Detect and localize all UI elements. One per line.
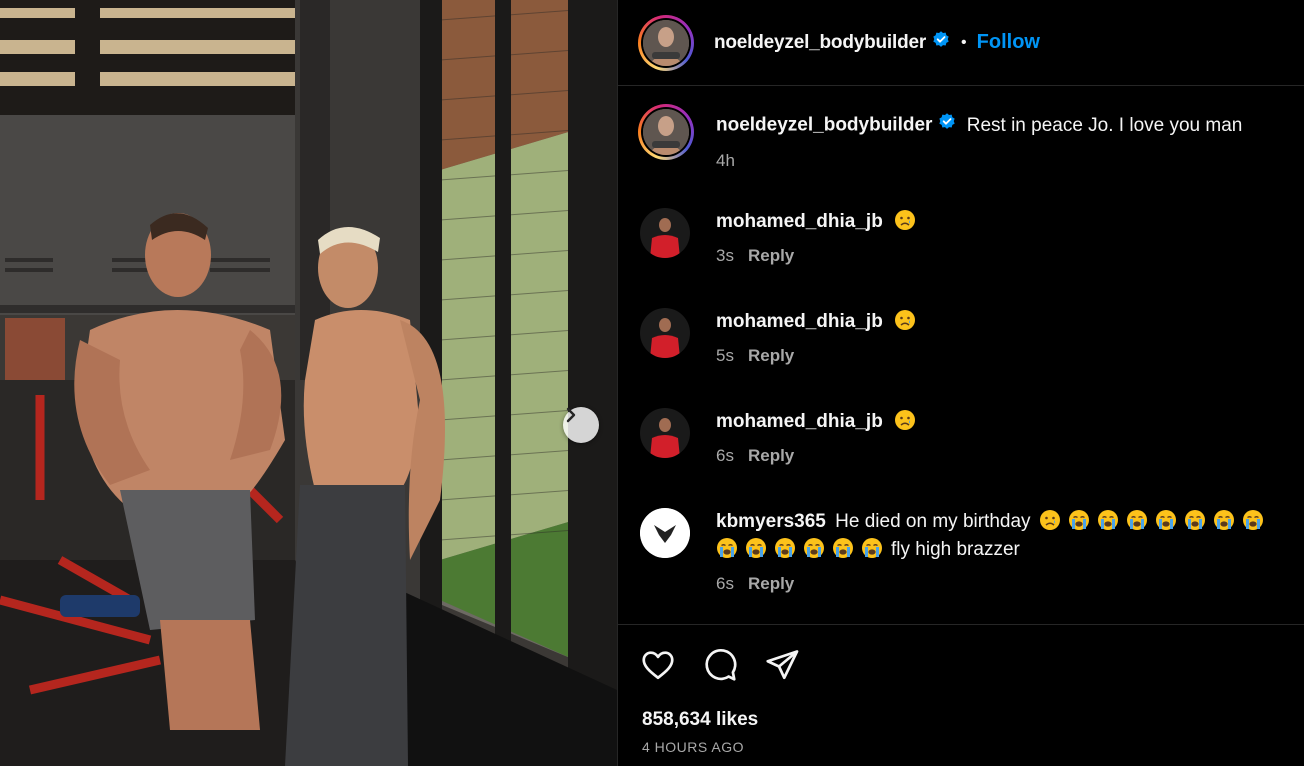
caption-author-avatar[interactable]: [638, 104, 694, 160]
commenter-avatar-image: [640, 308, 690, 358]
post-header: noeldeyzel_bodybuilder • Follow: [618, 0, 1304, 86]
crying-face-icon: [861, 537, 883, 559]
comment-text: fly high brazzer: [891, 539, 1020, 560]
post-photo[interactable]: [0, 0, 617, 766]
sad-face-icon: [1039, 509, 1061, 531]
paper-plane-icon[interactable]: [764, 647, 800, 683]
post-caption: noeldeyzel_bodybuilder Rest in peace Jo.…: [638, 104, 1242, 171]
reply-button[interactable]: Reply: [748, 246, 794, 265]
sad-face-icon: [894, 409, 916, 431]
caption-avatar-image: [643, 109, 689, 155]
comment-username[interactable]: mohamed_dhia_jb: [716, 311, 883, 332]
comment-username[interactable]: mohamed_dhia_jb: [716, 211, 883, 232]
gym-photo-illustration: [0, 0, 617, 766]
likes-count[interactable]: 858,634 likes: [642, 709, 758, 731]
reply-button[interactable]: Reply: [748, 446, 794, 465]
comment-item: mohamed_dhia_jb 3s Reply: [640, 208, 923, 266]
verified-badge-icon: [937, 112, 957, 139]
chevron-right-icon: [566, 407, 576, 423]
separator-dot: •: [961, 33, 967, 51]
emoji-row: [1039, 509, 1271, 532]
caption-username[interactable]: noeldeyzel_bodybuilder: [716, 115, 932, 136]
crying-face-icon: [1097, 509, 1119, 531]
crying-face-icon: [1184, 509, 1206, 531]
commenter-avatar-image: [640, 208, 690, 258]
author-avatar-image: [643, 19, 689, 66]
crying-face-icon: [1155, 509, 1177, 531]
crying-face-icon: [745, 537, 767, 559]
comment-item: kbmyers365 He died on my birthday fly hi…: [640, 508, 1271, 594]
comment-age: 3s: [716, 246, 734, 265]
emoji-row: [716, 537, 890, 560]
crying-face-icon: [716, 537, 738, 559]
comment-age: 5s: [716, 346, 734, 365]
commenter-avatar[interactable]: [640, 508, 690, 558]
author-username[interactable]: noeldeyzel_bodybuilder: [714, 32, 926, 54]
comment-age: 6s: [716, 574, 734, 593]
crying-face-icon: [1213, 509, 1235, 531]
commenter-avatar[interactable]: [640, 308, 690, 358]
caption-age: 4h: [716, 151, 735, 170]
heart-icon[interactable]: [640, 647, 676, 683]
comment-age: 6s: [716, 446, 734, 465]
post-timestamp: 4 HOURS AGO: [642, 739, 744, 755]
comment-username[interactable]: mohamed_dhia_jb: [716, 411, 883, 432]
verified-badge-icon: [931, 30, 951, 55]
crying-face-icon: [803, 537, 825, 559]
comment-username[interactable]: kbmyers365: [716, 511, 826, 532]
comment-bubble-icon[interactable]: [702, 647, 738, 683]
crying-face-icon: [1126, 509, 1148, 531]
follow-button[interactable]: Follow: [977, 31, 1040, 54]
sad-face-icon: [894, 209, 916, 231]
crying-face-icon: [832, 537, 854, 559]
comment-item: mohamed_dhia_jb 5s Reply: [640, 308, 923, 366]
next-photo-button[interactable]: [563, 407, 599, 443]
crying-face-icon: [774, 537, 796, 559]
caption-text: Rest in peace Jo. I love you man: [966, 114, 1243, 136]
reply-button[interactable]: Reply: [748, 346, 794, 365]
crying-face-icon: [1242, 509, 1264, 531]
post-side-panel: noeldeyzel_bodybuilder • Follow noeldeyz…: [617, 0, 1304, 766]
crying-face-icon: [1068, 509, 1090, 531]
sad-face-icon: [894, 309, 916, 331]
comment-text: He died on my birthday: [835, 511, 1031, 532]
commenter-avatar-image: [640, 508, 690, 558]
author-avatar[interactable]: [638, 14, 694, 71]
commenter-avatar[interactable]: [640, 408, 690, 458]
commenter-avatar[interactable]: [640, 208, 690, 258]
reply-button[interactable]: Reply: [748, 574, 794, 593]
commenter-avatar-image: [640, 408, 690, 458]
post-actions-section: 858,634 likes 4 HOURS AGO: [618, 624, 1304, 766]
comment-item: mohamed_dhia_jb 6s Reply: [640, 408, 923, 466]
